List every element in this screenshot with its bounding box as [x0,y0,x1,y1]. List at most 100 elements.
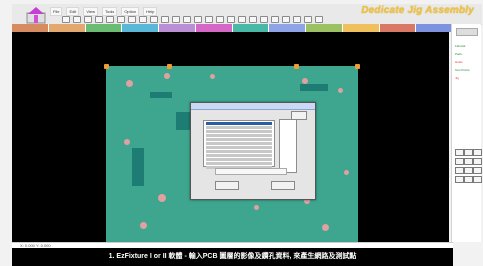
layer-swatch[interactable] [122,24,159,32]
file-list-row[interactable] [206,126,272,129]
menu-help[interactable]: Help [143,7,158,16]
layer-swatch[interactable] [269,24,306,32]
toolbar-tool-icon[interactable] [172,16,180,23]
sidebar-tool-icon[interactable] [455,167,464,174]
file-list-row[interactable] [206,158,272,161]
board-pad [164,73,170,79]
sidebar-label: Fiducial [455,44,466,48]
toolbar-tool-icon[interactable] [106,16,114,23]
toolbar-tool-icon[interactable] [117,16,125,23]
toolbar-tool-icon[interactable] [282,16,290,23]
layer-swatch[interactable] [416,24,453,32]
dialog-ok-button[interactable] [215,181,239,190]
toolbar-tool-icon[interactable] [62,16,70,23]
toolbar-tool-icon[interactable] [293,16,301,23]
sidebar-tool-icon[interactable] [455,158,464,165]
layer-swatch[interactable] [12,24,49,32]
dialog-close-button[interactable] [291,111,307,120]
file-list-row[interactable] [206,134,272,137]
brand-title: Dedicate Jig Assembly [361,5,474,16]
toolbar-tool-icon[interactable] [73,16,81,23]
sidebar-tool-icon[interactable] [455,149,464,156]
right-sidebar: Fiducial Pads Holes Test Points Jig [451,24,482,242]
board-pad [126,80,133,87]
toolbar-tool-icon[interactable] [249,16,257,23]
sidebar-tool-icon[interactable] [455,176,464,183]
import-dialog [190,102,316,200]
board-trace [300,84,328,91]
file-list-row[interactable] [206,142,272,145]
sidebar-tool-icon[interactable] [473,167,482,174]
toolbar-tool-icon[interactable] [139,16,147,23]
toolbar-tool-icon[interactable] [194,16,202,23]
menu-option[interactable]: Option [121,7,140,16]
sidebar-tool-icon[interactable] [473,158,482,165]
file-list-row[interactable] [206,154,272,157]
board-pad [338,88,343,93]
board-corner-marker [167,64,172,69]
sidebar-label: Jig [455,76,459,80]
board-pad [254,205,259,210]
home-icon[interactable] [26,6,46,24]
board-corner-marker [355,64,360,69]
layer-swatch[interactable] [195,24,233,32]
layer-list[interactable] [279,119,297,173]
sidebar-grid [455,149,482,183]
file-list-row[interactable] [206,122,272,125]
toolbar-tool-icon[interactable] [271,16,279,23]
toolbar-tool-icon[interactable] [128,16,136,23]
layer-swatch[interactable] [306,24,343,32]
toolbar-tool-icon[interactable] [95,16,103,23]
toolbar-tool-icon[interactable] [183,16,191,23]
board-pad [210,74,215,79]
file-list-row[interactable] [206,146,272,149]
toolbar-tool-icon[interactable] [84,16,92,23]
sidebar-tool-icon[interactable] [464,149,473,156]
layer-color-bar [12,24,453,32]
sidebar-tool-icon[interactable] [464,176,473,183]
sidebar-selector[interactable] [456,28,478,36]
sidebar-tool-icon[interactable] [464,158,473,165]
layer-swatch[interactable] [379,24,417,32]
layer-swatch[interactable] [232,24,270,32]
toolbar-tool-icon[interactable] [260,16,268,23]
menu-view[interactable]: View [83,7,98,16]
file-list-row[interactable] [206,150,272,153]
menu-edit[interactable]: Edit [66,7,80,16]
menu-tools[interactable]: Tools [101,7,118,16]
file-list-row[interactable] [206,138,272,141]
dialog-cancel-button[interactable] [271,181,295,190]
sidebar-label: Test Points [455,68,470,72]
layer-swatch[interactable] [159,24,196,32]
toolbar-tool-icon[interactable] [161,16,169,23]
layer-swatch[interactable] [48,24,86,32]
toolbar-tool-icon[interactable] [304,16,312,23]
board-trace [132,148,144,186]
layer-swatch[interactable] [342,24,380,32]
toolbar-tool-icon[interactable] [150,16,158,23]
board-trace [150,92,172,98]
toolbar-tool-icon[interactable] [315,16,323,23]
pcb-canvas[interactable] [12,32,449,242]
board-trace [176,112,190,130]
board-pad [344,170,349,175]
sidebar-tool-icon[interactable] [473,176,482,183]
file-list[interactable] [203,120,275,169]
toolbar-tool-icon[interactable] [205,16,213,23]
menu-file[interactable]: File [50,7,63,16]
file-list-row[interactable] [206,162,272,165]
layer-swatch[interactable] [85,24,123,32]
dialog-titlebar [191,103,315,110]
toolbar-tool-icon[interactable] [227,16,235,23]
board-pad [322,224,329,231]
toolbar-tool-icon[interactable] [216,16,224,23]
menu-bar: File Edit View Tools Option Help [50,7,158,16]
board-corner-marker [294,64,299,69]
sidebar-label: Pads [455,52,462,56]
file-list-row[interactable] [206,130,272,133]
sidebar-tool-icon[interactable] [464,167,473,174]
list-scrollbar[interactable] [215,168,287,175]
toolbar-tool-icon[interactable] [238,16,246,23]
sidebar-tool-icon[interactable] [473,149,482,156]
sidebar-label: Holes [455,60,463,64]
